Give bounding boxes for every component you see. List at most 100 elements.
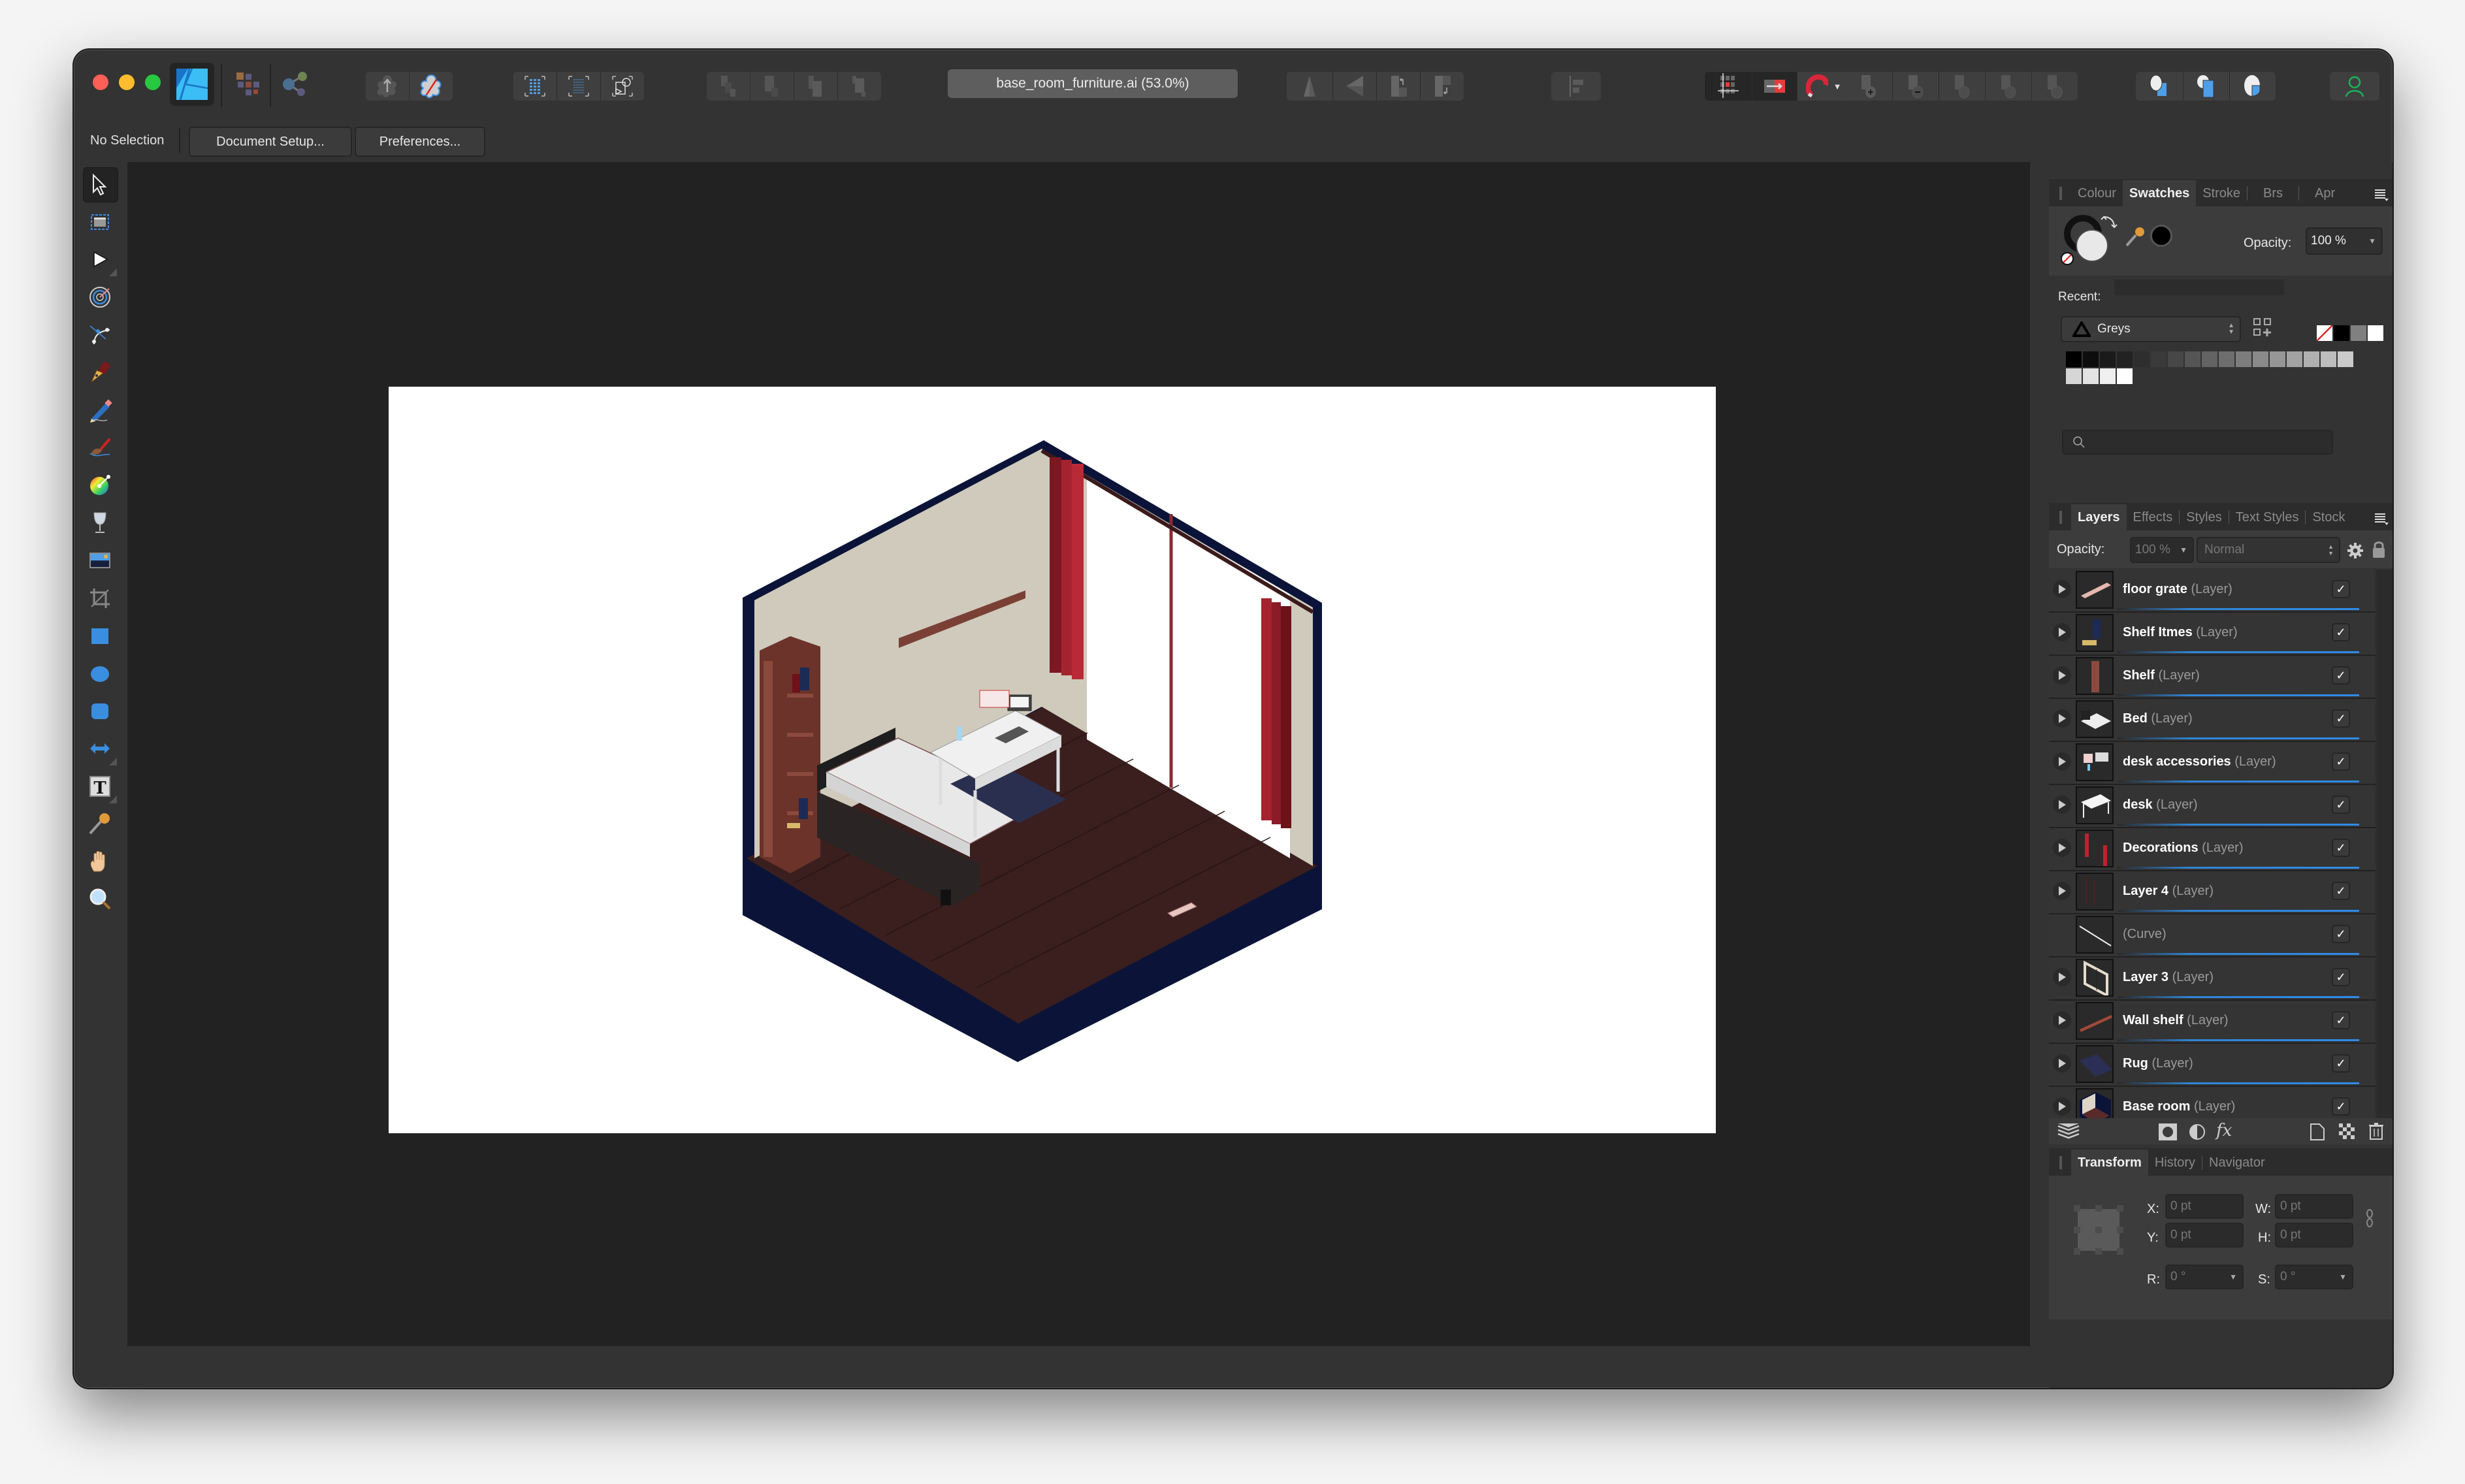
flyout-indicator-icon[interactable] bbox=[109, 268, 117, 277]
panel-menu-icon[interactable] bbox=[2374, 188, 2389, 201]
pen-tool[interactable] bbox=[83, 355, 117, 389]
tab-colour[interactable]: Colour bbox=[2071, 180, 2123, 206]
artboard-tool[interactable] bbox=[83, 205, 117, 239]
layer-row[interactable]: Bed (Layer) ✓ bbox=[2049, 699, 2376, 742]
isometric-room-illustration[interactable] bbox=[389, 387, 1716, 1133]
move-back-one-button[interactable] bbox=[750, 72, 794, 101]
tab-styles[interactable]: Styles bbox=[2180, 504, 2228, 530]
fill-tool[interactable] bbox=[83, 468, 117, 502]
artistic-text-tool[interactable]: T bbox=[83, 769, 117, 803]
layer-visibility-checkbox[interactable]: ✓ bbox=[2332, 709, 2350, 728]
palette-swatch[interactable] bbox=[2185, 351, 2200, 367]
layer-visibility-checkbox[interactable]: ✓ bbox=[2332, 839, 2350, 857]
move-to-back-button[interactable] bbox=[707, 72, 750, 101]
canvas-area[interactable] bbox=[127, 162, 2030, 1346]
snapping-toggle-button[interactable]: ▼ bbox=[1797, 72, 1850, 101]
layer-visibility-checkbox[interactable]: ✓ bbox=[2332, 796, 2350, 814]
expand-layer-toggle[interactable] bbox=[2053, 1011, 2071, 1029]
layer-visibility-checkbox[interactable]: ✓ bbox=[2332, 1011, 2350, 1029]
palette-swatch[interactable] bbox=[2236, 351, 2251, 367]
pixel-layer-icon[interactable] bbox=[2339, 1123, 2355, 1139]
expand-layer-toggle[interactable] bbox=[2053, 839, 2071, 857]
snapping-dropdown-arrow-icon[interactable]: ▼ bbox=[1833, 82, 1842, 91]
ellipse-tool[interactable] bbox=[83, 656, 117, 690]
layer-row[interactable]: Layer 3 (Layer) ✓ bbox=[2049, 958, 2376, 1001]
expand-layer-toggle[interactable] bbox=[2053, 968, 2071, 986]
preferences-button[interactable]: Preferences... bbox=[355, 127, 485, 157]
palette-swatch[interactable] bbox=[2321, 351, 2336, 367]
insert-behind-button[interactable] bbox=[2136, 72, 2183, 101]
expand-layer-toggle[interactable] bbox=[2053, 666, 2071, 685]
arrow-shape-tool[interactable] bbox=[83, 732, 117, 766]
palette-swatch[interactable] bbox=[2151, 351, 2167, 367]
vector-brush-tool[interactable] bbox=[83, 430, 117, 464]
palette-swatch[interactable] bbox=[2219, 351, 2234, 367]
layers-scrollbar-track[interactable] bbox=[2377, 570, 2392, 1118]
layers-stack-icon[interactable] bbox=[2057, 1121, 2080, 1142]
point-transform-tool[interactable] bbox=[83, 317, 117, 351]
insert-inside-button[interactable] bbox=[2230, 72, 2276, 101]
tab-stroke[interactable]: Stroke bbox=[2196, 180, 2247, 206]
rounded-rectangle-tool[interactable] bbox=[83, 694, 117, 728]
palette-swatch[interactable] bbox=[2117, 351, 2133, 367]
width-field[interactable]: 0 pt bbox=[2275, 1194, 2353, 1219]
move-forward-one-button[interactable] bbox=[794, 72, 838, 101]
layer-visibility-checkbox[interactable]: ✓ bbox=[2332, 882, 2350, 900]
new-layer-icon[interactable] bbox=[2310, 1123, 2325, 1140]
expand-layer-toggle[interactable] bbox=[2053, 1054, 2071, 1073]
tab-navigator[interactable]: Navigator bbox=[2202, 1150, 2272, 1176]
palette-swatch[interactable] bbox=[2083, 351, 2099, 367]
zoom-tool[interactable] bbox=[83, 882, 117, 916]
layer-row[interactable]: Rug (Layer) ✓ bbox=[2049, 1044, 2376, 1087]
add-swatch-grid-icon[interactable] bbox=[2253, 317, 2272, 337]
palette-swatch[interactable] bbox=[2083, 368, 2099, 384]
gear-icon[interactable] bbox=[2347, 542, 2364, 559]
flyout-indicator-icon[interactable] bbox=[109, 795, 117, 803]
expand-layer-toggle[interactable] bbox=[2053, 796, 2071, 814]
panel-grip-handle[interactable] bbox=[2059, 1156, 2062, 1169]
boolean-subtract-button[interactable] bbox=[1893, 72, 1939, 101]
palette-selector[interactable]: Greys ▲ ▼ bbox=[2061, 316, 2241, 342]
lock-icon[interactable] bbox=[2372, 540, 2386, 559]
blend-mode-select[interactable]: Normal ▲ ▼ bbox=[2197, 537, 2340, 563]
palette-swatch[interactable] bbox=[2338, 351, 2353, 367]
vector-crop-tool[interactable] bbox=[83, 581, 117, 615]
artboard[interactable] bbox=[389, 387, 1716, 1133]
panel-menu-icon[interactable] bbox=[2374, 512, 2389, 525]
tab-swatches[interactable]: Swatches bbox=[2122, 180, 2197, 206]
select-object-button[interactable] bbox=[601, 72, 644, 101]
select-same-button[interactable] bbox=[557, 72, 601, 101]
boolean-xor-button[interactable] bbox=[1986, 72, 2032, 101]
move-to-front-button[interactable] bbox=[838, 72, 881, 101]
tab-transform[interactable]: Transform bbox=[2071, 1150, 2148, 1176]
insert-top-button[interactable] bbox=[2183, 72, 2230, 101]
palette-swatch[interactable] bbox=[2100, 351, 2116, 367]
export-persona-button[interactable] bbox=[273, 63, 317, 106]
select-all-button[interactable] bbox=[513, 72, 557, 101]
document-title-tab[interactable]: base_room_furniture.ai (53.0%) bbox=[948, 69, 1238, 98]
layer-row[interactable]: Shelf (Layer) ✓ bbox=[2049, 656, 2376, 699]
rectangle-tool[interactable] bbox=[83, 619, 117, 653]
adjustment-icon[interactable] bbox=[2189, 1123, 2206, 1140]
color-picker-tool[interactable] bbox=[83, 807, 117, 841]
layer-row[interactable]: Decorations (Layer) ✓ bbox=[2049, 828, 2376, 871]
palette-swatch[interactable] bbox=[2134, 351, 2150, 367]
layer-visibility-checkbox[interactable]: ✓ bbox=[2332, 752, 2350, 771]
anchor-point-selector[interactable] bbox=[2074, 1205, 2123, 1255]
panel-grip-handle[interactable] bbox=[2059, 511, 2062, 524]
boolean-intersect-button[interactable] bbox=[1939, 72, 1986, 101]
palette-swatch[interactable] bbox=[2066, 351, 2082, 367]
quick-swatch[interactable] bbox=[2368, 325, 2383, 341]
palette-swatch[interactable] bbox=[2117, 368, 2133, 384]
rotate-right-button[interactable] bbox=[1421, 72, 1464, 101]
picked-color-swatch[interactable] bbox=[2150, 225, 2172, 247]
layer-row[interactable]: floor grate (Layer) ✓ bbox=[2049, 570, 2376, 613]
expand-layer-toggle[interactable] bbox=[2053, 1097, 2071, 1116]
palette-swatch[interactable] bbox=[2270, 351, 2285, 367]
flip-horizontal-button[interactable] bbox=[1287, 72, 1333, 101]
tab-appearance[interactable]: Apr bbox=[2299, 180, 2351, 206]
y-position-field[interactable]: 0 pt bbox=[2165, 1223, 2244, 1248]
trash-icon[interactable] bbox=[2369, 1122, 2383, 1140]
boolean-add-button[interactable] bbox=[1845, 72, 1893, 101]
palette-swatch[interactable] bbox=[2168, 351, 2183, 367]
